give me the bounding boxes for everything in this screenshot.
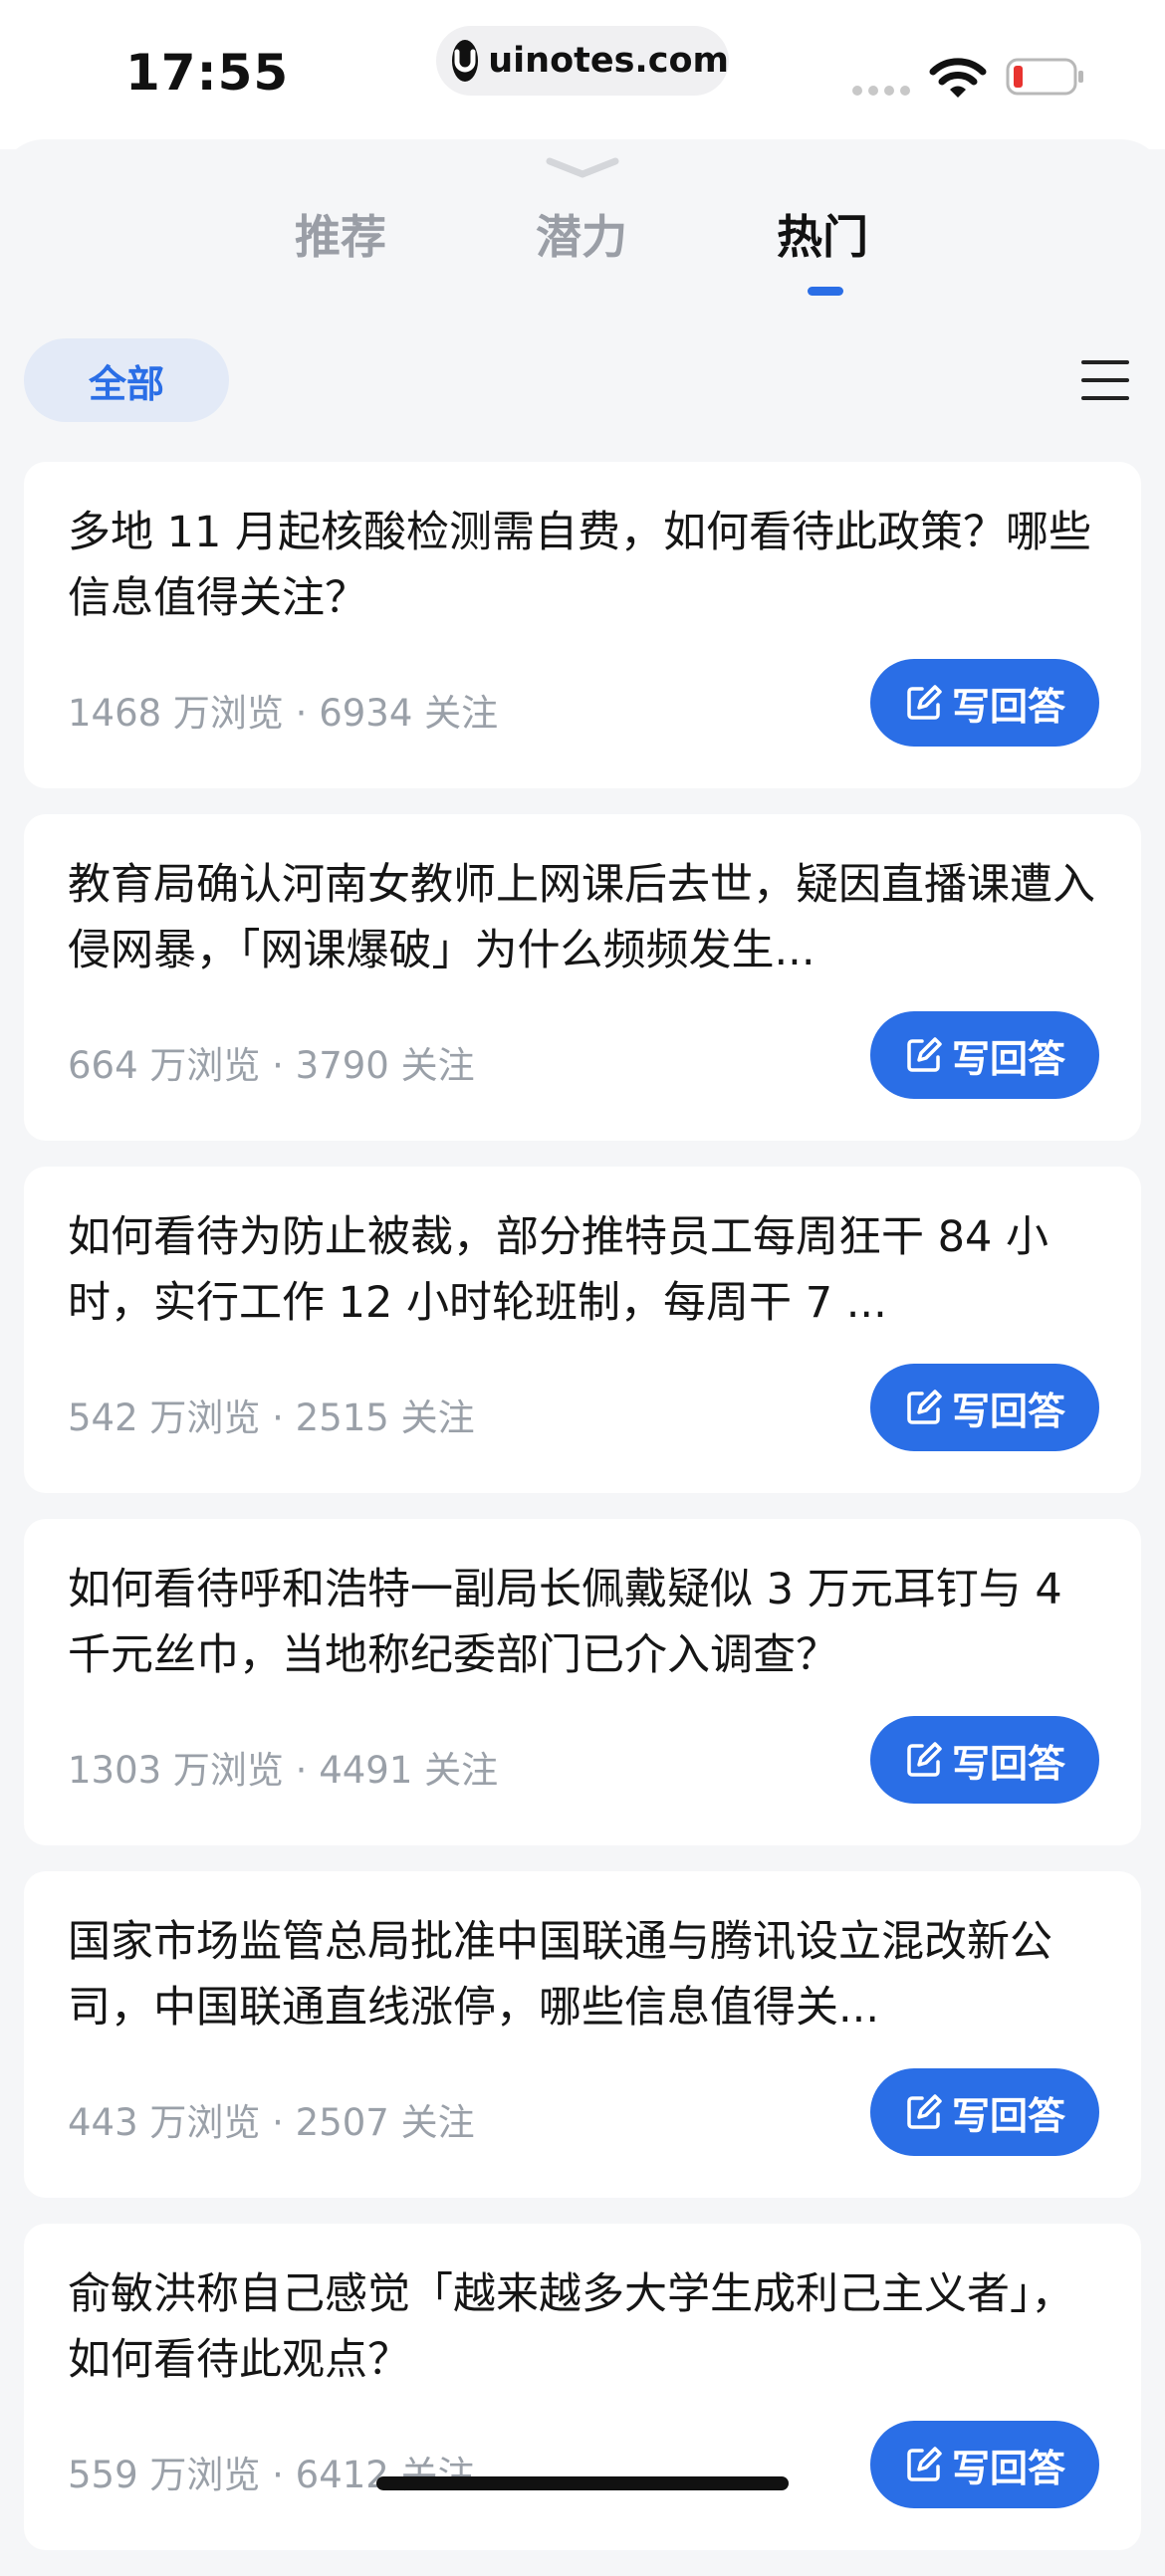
question-title[interactable]: 俞敏洪称自己感觉「越来越多大学生成利己主义者」，如何看待此观点？: [68, 2261, 1103, 2393]
question-card[interactable]: 教育局确认河南女教师上网课后去世，疑因直播课遭入侵网暴，「网课爆破」为什么频频发…: [24, 814, 1141, 1141]
tab-potential[interactable]: 潜力: [536, 201, 627, 267]
tab-hot[interactable]: 热门: [777, 201, 868, 267]
edit-icon: [907, 1742, 942, 1777]
question-title[interactable]: 多地 11 月起核酸检测需自费，如何看待此政策？哪些信息值得关注？: [68, 500, 1103, 631]
tab-recommend[interactable]: 推荐: [295, 201, 386, 267]
content-sheet: 推荐 潜力 热门 全部 多地 11 月起核酸检测需自费，如何看待此政策？哪些信息…: [0, 139, 1165, 2550]
question-card[interactable]: 俞敏洪称自己感觉「越来越多大学生成利己主义者」，如何看待此观点？ 559 万浏览…: [24, 2224, 1141, 2550]
question-title[interactable]: 国家市场监管总局批准中国联通与腾讯设立混改新公司，中国联通直线涨停，哪些信息值得…: [68, 1909, 1103, 2040]
site-logo-icon: [452, 40, 479, 82]
url-pill[interactable]: uinotes.com: [436, 26, 729, 96]
write-answer-label: 写回答: [951, 1741, 1065, 1786]
active-tab-indicator: [808, 287, 843, 296]
status-bar: 17:55 uinotes.com: [0, 0, 1165, 149]
question-card[interactable]: 如何看待为防止被裁，部分推特员工每周狂干 84 小时，实行工作 12 小时轮班制…: [24, 1167, 1141, 1493]
write-answer-label: 写回答: [951, 2446, 1065, 2490]
question-title[interactable]: 如何看待为防止被裁，部分推特员工每周狂干 84 小时，实行工作 12 小时轮班制…: [68, 1204, 1103, 1336]
question-title[interactable]: 教育局确认河南女教师上网课后去世，疑因直播课遭入侵网暴，「网课爆破」为什么频频发…: [68, 852, 1103, 983]
wifi-icon: [929, 58, 987, 98]
filter-chip-all[interactable]: 全部: [24, 338, 229, 422]
signal-icon: [852, 86, 910, 96]
edit-icon: [907, 685, 942, 720]
write-answer-button[interactable]: 写回答: [870, 2421, 1099, 2508]
write-answer-button[interactable]: 写回答: [870, 1716, 1099, 1804]
question-stats: 1303 万浏览 · 4491 关注: [68, 1749, 499, 1792]
question-stats: 1468 万浏览 · 6934 关注: [68, 692, 499, 735]
status-time: 17:55: [125, 44, 290, 102]
edit-icon: [907, 2447, 942, 2481]
question-card[interactable]: 国家市场监管总局批准中国联通与腾讯设立混改新公司，中国联通直线涨停，哪些信息值得…: [24, 1871, 1141, 2198]
write-answer-label: 写回答: [951, 684, 1065, 729]
write-answer-button[interactable]: 写回答: [870, 2068, 1099, 2156]
question-card[interactable]: 如何看待呼和浩特一副局长佩戴疑似 3 万元耳钉与 4 千元丝巾，当地称纪委部门已…: [24, 1519, 1141, 1845]
edit-icon: [907, 2094, 942, 2129]
question-card[interactable]: 多地 11 月起核酸检测需自费，如何看待此政策？哪些信息值得关注？ 1468 万…: [24, 462, 1141, 788]
tab-bar: 推荐 潜力 热门: [0, 201, 1165, 301]
write-answer-button[interactable]: 写回答: [870, 1011, 1099, 1099]
question-list: 多地 11 月起核酸检测需自费，如何看待此政策？哪些信息值得关注？ 1468 万…: [24, 462, 1141, 2576]
question-stats: 664 万浏览 · 3790 关注: [68, 1044, 475, 1087]
edit-icon: [907, 1037, 942, 1072]
write-answer-label: 写回答: [951, 2093, 1065, 2138]
home-indicator[interactable]: [376, 2476, 789, 2490]
url-text: uinotes.com: [488, 41, 729, 81]
question-stats: 542 万浏览 · 2515 关注: [68, 1396, 475, 1439]
edit-icon: [907, 1390, 942, 1424]
menu-icon[interactable]: [1079, 354, 1131, 406]
collapse-chevron-icon[interactable]: [546, 157, 619, 179]
write-answer-button[interactable]: 写回答: [870, 1364, 1099, 1451]
write-answer-label: 写回答: [951, 1389, 1065, 1433]
write-answer-button[interactable]: 写回答: [870, 659, 1099, 747]
question-title[interactable]: 如何看待呼和浩特一副局长佩戴疑似 3 万元耳钉与 4 千元丝巾，当地称纪委部门已…: [68, 1557, 1103, 1688]
question-stats: 443 万浏览 · 2507 关注: [68, 2101, 475, 2144]
battery-icon: [1006, 58, 1083, 96]
write-answer-label: 写回答: [951, 1036, 1065, 1081]
